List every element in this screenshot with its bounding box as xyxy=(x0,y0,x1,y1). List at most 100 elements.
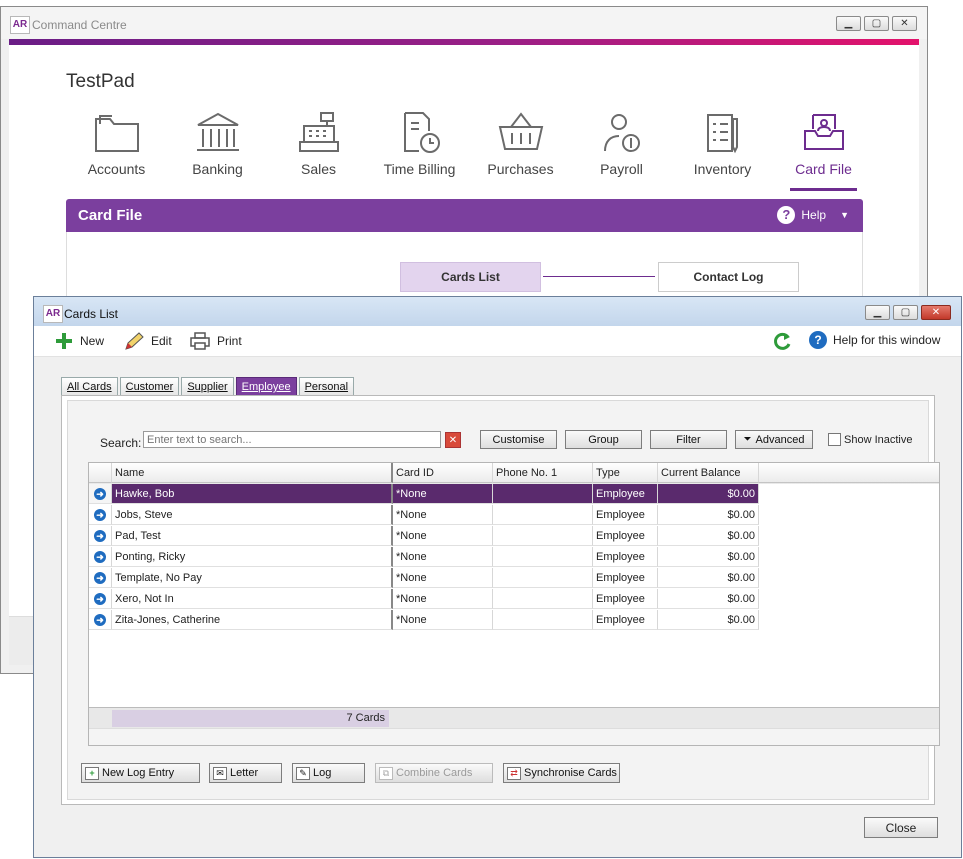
print-button[interactable]: Print xyxy=(189,331,242,351)
synchronise-cards-button[interactable]: ⇄ Synchronise Cards xyxy=(503,763,620,783)
column-header-card-id[interactable]: Card ID xyxy=(393,463,493,483)
cell-type: Employee xyxy=(593,610,658,630)
new-log-entry-button[interactable]: + New Log Entry xyxy=(81,763,200,783)
maximize-button[interactable]: ▢ xyxy=(893,305,918,320)
cell-name: Hawke, Bob xyxy=(112,484,393,504)
module-sales[interactable]: Sales xyxy=(268,109,369,177)
row-arrow-cell[interactable]: ➜ xyxy=(89,484,112,504)
search-input[interactable] xyxy=(143,431,441,448)
customise-button[interactable]: Customise xyxy=(480,430,557,449)
arrow-right-icon: ➜ xyxy=(94,614,106,626)
module-payroll[interactable]: Payroll xyxy=(571,109,672,177)
printer-icon xyxy=(190,332,210,350)
row-arrow-cell[interactable]: ➜ xyxy=(89,526,112,546)
cell-balance: $0.00 xyxy=(658,589,759,609)
module-inventory[interactable]: Inventory xyxy=(672,109,773,177)
cell-name: Pad, Test xyxy=(112,526,393,546)
show-inactive-checkbox[interactable]: Show Inactive xyxy=(828,433,912,446)
module-time-billing[interactable]: Time Billing xyxy=(369,109,470,177)
chevron-down-icon: ▼ xyxy=(840,210,849,220)
log-button[interactable]: ✎ Log xyxy=(292,763,365,783)
row-arrow-cell[interactable]: ➜ xyxy=(89,547,112,567)
cell-balance: $0.00 xyxy=(658,505,759,525)
envelope-icon: ✉ xyxy=(213,766,227,780)
table-row[interactable]: ➜ Template, No Pay *None Employee $0.00 xyxy=(89,568,759,589)
column-header-phone[interactable]: Phone No. 1 xyxy=(493,463,593,483)
table-row[interactable]: ➜ Ponting, Ricky *None Employee $0.00 xyxy=(89,547,759,568)
window-title: Command Centre xyxy=(32,18,127,32)
cards-list-titlebar[interactable]: AR Cards List ▁ ▢ ✕ xyxy=(34,297,961,326)
row-arrow-cell[interactable]: ➜ xyxy=(89,589,112,609)
minimize-button[interactable]: ▁ xyxy=(865,305,890,320)
cell-card-id: *None xyxy=(393,568,493,588)
column-header-type[interactable]: Type xyxy=(593,463,658,483)
cards-panel: Search: ✕ Customise Group Filter ⏷ Advan… xyxy=(61,395,940,805)
module-label: Payroll xyxy=(600,161,643,177)
logo-text: AR xyxy=(12,19,28,30)
tab-customer[interactable]: Customer xyxy=(119,377,180,396)
edit-button[interactable]: Edit xyxy=(123,331,172,351)
letter-label: Letter xyxy=(230,766,259,779)
row-arrow-cell[interactable]: ➜ xyxy=(89,568,112,588)
cell-phone xyxy=(493,484,593,504)
horizontal-scrollbar[interactable] xyxy=(89,728,939,745)
advanced-button[interactable]: ⏷ Advanced xyxy=(735,430,813,449)
row-arrow-cell[interactable]: ➜ xyxy=(89,610,112,630)
table-row[interactable]: ➜ Hawke, Bob *None Employee $0.00 xyxy=(89,484,759,505)
table-row[interactable]: ➜ Zita-Jones, Catherine *None Employee $… xyxy=(89,610,759,631)
filter-button[interactable]: Filter xyxy=(650,430,727,449)
tab-supplier[interactable]: Supplier xyxy=(181,377,234,396)
maximize-button[interactable]: ▢ xyxy=(864,16,889,31)
combine-cards-button[interactable]: ⧉ Combine Cards xyxy=(375,763,493,783)
flow-cards-list-button[interactable]: Cards List xyxy=(400,262,541,292)
flow-contact-log-button[interactable]: Contact Log xyxy=(658,262,799,292)
cell-type: Employee xyxy=(593,547,658,567)
clear-search-button[interactable]: ✕ xyxy=(445,432,461,448)
module-card-file[interactable]: Card File xyxy=(773,109,874,191)
new-log-entry-label: New Log Entry xyxy=(102,766,175,779)
arrow-right-icon: ➜ xyxy=(94,509,106,521)
refresh-button[interactable] xyxy=(772,331,794,351)
module-purchases[interactable]: Purchases xyxy=(470,109,571,177)
toolbar: New Edit Print ? Help for this window xyxy=(34,326,961,357)
table-row[interactable]: ➜ Jobs, Steve *None Employee $0.00 xyxy=(89,505,759,526)
help-menu[interactable]: ? Help ▼ xyxy=(777,206,849,224)
letter-button[interactable]: ✉ Letter xyxy=(209,763,282,783)
column-header-balance[interactable]: Current Balance xyxy=(658,463,759,483)
row-arrow-cell[interactable]: ➜ xyxy=(89,505,112,525)
minimize-button[interactable]: ▁ xyxy=(836,16,861,31)
refresh-icon xyxy=(774,332,791,350)
tab-employee[interactable]: Employee xyxy=(235,377,297,396)
combine-cards-label: Combine Cards xyxy=(396,766,473,779)
edit-label: Edit xyxy=(151,334,172,348)
cards-list-window: AR Cards List ▁ ▢ ✕ New Edit Print ? Hel… xyxy=(33,296,962,858)
close-button[interactable]: ✕ xyxy=(892,16,917,31)
cell-phone xyxy=(493,547,593,567)
flow-connector xyxy=(543,276,655,277)
cell-phone xyxy=(493,526,593,546)
close-button[interactable]: Close xyxy=(864,817,938,838)
table-row[interactable]: ➜ Pad, Test *None Employee $0.00 xyxy=(89,526,759,547)
help-circle-icon: ? xyxy=(809,331,827,349)
module-label: Time Billing xyxy=(383,161,456,177)
header-blank xyxy=(89,463,112,483)
window-title: Cards List xyxy=(64,307,119,321)
folder-icon xyxy=(94,115,139,152)
advanced-label: Advanced xyxy=(755,433,805,446)
table-row[interactable]: ➜ Xero, Not In *None Employee $0.00 xyxy=(89,589,759,610)
command-centre-titlebar[interactable]: AR Command Centre ▁ ▢ ✕ xyxy=(1,7,927,39)
module-accounts[interactable]: Accounts xyxy=(66,109,167,177)
cell-card-id: *None xyxy=(393,505,493,525)
card-count: 7 Cards xyxy=(112,710,389,727)
help-window-button[interactable]: ? Help for this window xyxy=(809,331,940,349)
column-header-name[interactable]: Name xyxy=(112,463,393,483)
module-banking[interactable]: Banking xyxy=(167,109,268,177)
print-label: Print xyxy=(217,334,242,348)
tab-personal[interactable]: Personal xyxy=(298,377,355,396)
funnel-icon: ⏷ xyxy=(743,433,752,445)
cell-card-id: *None xyxy=(393,484,493,504)
close-window-button[interactable]: ✕ xyxy=(921,305,951,320)
group-button[interactable]: Group xyxy=(565,430,642,449)
tab-all-cards[interactable]: All Cards xyxy=(61,377,118,396)
new-button[interactable]: New xyxy=(54,331,104,351)
